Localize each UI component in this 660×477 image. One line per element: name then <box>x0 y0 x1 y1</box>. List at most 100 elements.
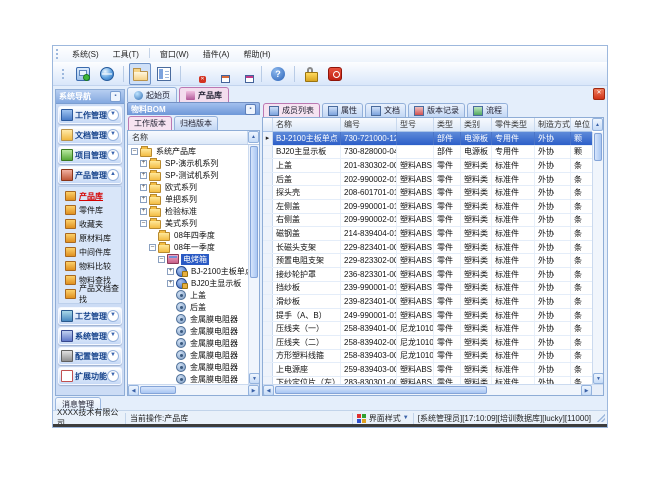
column-header-part_type[interactable]: 零件类型 <box>492 118 535 131</box>
tree-node-7[interactable]: –美式系列 <box>128 217 248 229</box>
table-row[interactable]: 长磁头支架229-823401-00E塑料ABS零件塑料类标准件外协条 <box>263 241 592 255</box>
detail-tab-1[interactable]: 成员列表 <box>263 103 320 117</box>
toolbar-grip[interactable] <box>56 49 61 59</box>
globe-button[interactable] <box>96 63 118 85</box>
table-horizontal-scrollbar[interactable]: ◀ ▶ <box>263 384 603 395</box>
chevron-down-icon[interactable]: ▼ <box>107 330 119 342</box>
chevron-down-icon[interactable]: ▼ <box>107 370 119 382</box>
tree-node-6[interactable]: +检验标准 <box>128 205 248 217</box>
scroll-down-icon[interactable]: ▼ <box>593 373 603 384</box>
bom-horizontal-scrollbar[interactable]: ◀ ▶ <box>128 384 259 395</box>
scrollbar-thumb[interactable] <box>250 146 258 278</box>
column-header-make[interactable]: 制造方式 <box>535 118 571 131</box>
table-row[interactable]: 下纱定位片（左）283-830301-00E塑料ABS零件塑料类标准件外协条 <box>263 377 592 384</box>
table-row[interactable]: 右侧盖209-990002-01E塑料ABS零件塑料类标准件外协条 <box>263 214 592 228</box>
tree-node-13[interactable]: 上盖 <box>128 289 248 301</box>
table-row[interactable]: 预置电阻支架229-823302-00E塑料ABS零件塑料类标准件外协条 <box>263 254 592 268</box>
column-header-model[interactable]: 型号 <box>397 118 434 131</box>
expand-icon[interactable]: + <box>140 184 147 191</box>
sidebar-section-6[interactable]: 系统管理▼ <box>58 327 122 345</box>
bom-name-column-header[interactable]: 名称 <box>128 131 248 144</box>
bom-vertical-scrollbar[interactable]: ▼ <box>248 145 259 384</box>
sidebar-item-6[interactable]: 物料比较 <box>59 259 121 273</box>
tree-node-8[interactable]: 08年四季度 <box>128 229 248 241</box>
scroll-right-icon[interactable]: ▶ <box>581 385 592 396</box>
tree-node-10[interactable]: –电烤箱 <box>128 253 248 265</box>
tree-node-2[interactable]: +SP-演示机系列 <box>128 157 248 169</box>
scroll-left-icon[interactable]: ◀ <box>263 385 274 396</box>
table-row[interactable]: 压线夹（一）258-839401-00E尼龙1010零件塑料类标准件外协条 <box>263 322 592 336</box>
detail-tab-4[interactable]: 版本记录 <box>408 103 465 117</box>
chevron-down-icon[interactable]: ▼ <box>107 310 119 322</box>
bom-collapse-button[interactable]: ▪ <box>245 104 256 115</box>
ui-style-button[interactable]: 界面样式 ▼ <box>353 413 414 424</box>
table-row[interactable]: 左侧盖209-990001-01E塑料ABS零件塑料类标准件外协条 <box>263 200 592 214</box>
tree-node-1[interactable]: –系统产品库 <box>128 145 248 157</box>
chevron-up-icon[interactable]: ▲ <box>107 169 119 181</box>
tree-node-3[interactable]: +SP-测试机系列 <box>128 169 248 181</box>
detail-tab-2[interactable]: 属性 <box>322 103 363 117</box>
sidebar-collapse-button[interactable]: ▪ <box>110 91 121 102</box>
table-vertical-scrollbar[interactable]: ▼ <box>592 132 603 384</box>
column-header-code[interactable]: 编号 <box>341 118 397 131</box>
table-row[interactable]: 上盖201-830302-00E塑料ABS零件塑料类标准件外协条 <box>263 159 592 173</box>
column-header-name[interactable]: 名称 <box>273 118 341 131</box>
collapse-icon[interactable]: – <box>149 244 156 251</box>
tree-node-20[interactable]: 金属膜电阻器 <box>128 373 248 384</box>
bom-tab-1[interactable]: 工作版本 <box>128 116 172 130</box>
menu-item-3[interactable]: 窗口(W) <box>153 48 196 61</box>
document-tab-1[interactable]: 起始页 <box>127 87 177 102</box>
scrollbar-thumb[interactable] <box>140 386 176 394</box>
help-button[interactable] <box>267 63 289 85</box>
table-row[interactable]: BJ20主显示板730-828000-04E部件电源板专用件外协颗 <box>263 146 592 160</box>
table-row[interactable]: 接纱轮护罩236-823301-00E塑料ABS零件塑料类标准件外协条 <box>263 268 592 282</box>
expand-icon[interactable]: + <box>140 160 147 167</box>
open-folder-button[interactable] <box>129 63 151 85</box>
window-cascade-button[interactable] <box>210 63 232 85</box>
menu-item-1[interactable]: 系统(S) <box>65 48 106 61</box>
column-header-category[interactable]: 类别 <box>461 118 492 131</box>
window-close-button[interactable] <box>186 63 208 85</box>
collapse-icon[interactable]: – <box>131 148 138 155</box>
tree-node-17[interactable]: 金属膜电阻器 <box>128 337 248 349</box>
expand-icon[interactable]: + <box>167 268 174 275</box>
chevron-down-icon[interactable]: ▼ <box>107 350 119 362</box>
menu-item-5[interactable]: 帮助(H) <box>236 48 277 61</box>
collapse-icon[interactable]: – <box>140 220 147 227</box>
table-row[interactable]: 方形塑料线箍258-839403-00E尼龙1010零件塑料类标准件外协条 <box>263 350 592 364</box>
table-row[interactable]: 挡纱板239-990001-01E塑料ABS零件塑料类标准件外协条 <box>263 282 592 296</box>
bom-tab-2[interactable]: 归档版本 <box>174 116 218 130</box>
table-row[interactable]: 磁钢盖214-839404-01E塑料ABS零件塑料类标准件外协条 <box>263 227 592 241</box>
tree-node-18[interactable]: 金属膜电阻器 <box>128 349 248 361</box>
table-row[interactable]: 滑纱板239-823401-00E塑料ABS零件塑料类标准件外协条 <box>263 295 592 309</box>
tree-node-16[interactable]: 金属膜电阻器 <box>128 325 248 337</box>
tree-node-5[interactable]: +单把系列 <box>128 193 248 205</box>
views-button[interactable] <box>153 63 175 85</box>
sidebar-section-5[interactable]: 工艺管理▼ <box>58 307 122 325</box>
table-row[interactable]: ▸BJ-2100主板单点730-721000-12E部件电源板专用件外协颗 <box>263 132 592 146</box>
scroll-down-icon[interactable]: ▼ <box>249 373 259 384</box>
sidebar-item-8[interactable]: 产品文档查找 <box>59 287 121 301</box>
scroll-right-icon[interactable]: ▶ <box>248 385 259 396</box>
chevron-down-icon[interactable]: ▼ <box>107 129 119 141</box>
table-row[interactable]: 压线夹（二）258-839402-00E尼龙1010零件塑料类标准件外协条 <box>263 336 592 350</box>
expand-icon[interactable]: + <box>167 280 174 287</box>
detail-tab-3[interactable]: 文档 <box>365 103 406 117</box>
menu-item-4[interactable]: 插件(A) <box>196 48 237 61</box>
sidebar-item-5[interactable]: 中间件库 <box>59 245 121 259</box>
scrollbar-thumb[interactable] <box>594 133 602 161</box>
sidebar-section-3[interactable]: 项目管理▼ <box>58 146 122 164</box>
close-tab-button[interactable]: ✕ <box>593 88 605 100</box>
sidebar-item-2[interactable]: 零件库 <box>59 203 121 217</box>
chevron-down-icon[interactable]: ▼ <box>107 109 119 121</box>
exit-button[interactable] <box>324 63 346 85</box>
expand-icon[interactable]: + <box>140 196 147 203</box>
monitor-button[interactable] <box>72 63 94 85</box>
table-row[interactable]: 探头壳208-601701-01E塑料ABS零件塑料类标准件外协条 <box>263 186 592 200</box>
expand-icon[interactable]: + <box>140 172 147 179</box>
collapse-icon[interactable]: – <box>158 256 165 263</box>
menu-item-2[interactable]: 工具(T) <box>106 48 146 61</box>
lock-button[interactable] <box>300 63 322 85</box>
scroll-up-icon[interactable]: ▲ <box>248 131 259 143</box>
toolbar-grip[interactable] <box>62 69 67 79</box>
